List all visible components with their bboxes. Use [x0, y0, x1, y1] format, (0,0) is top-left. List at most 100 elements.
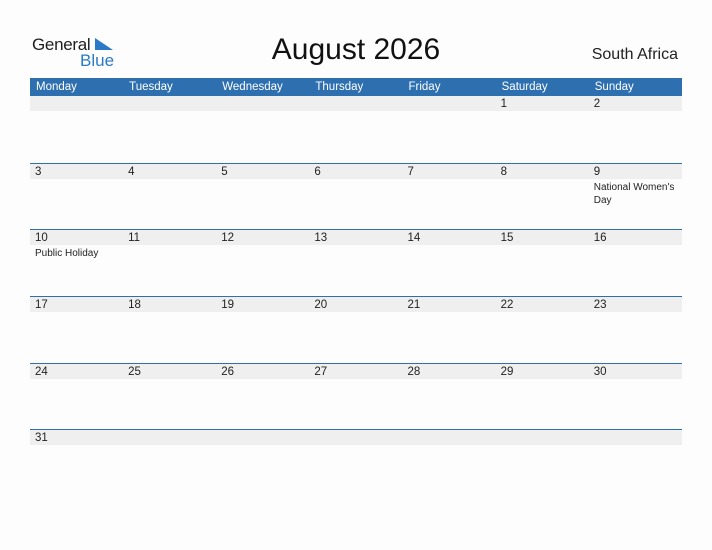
day-cell: 29 — [495, 363, 589, 430]
day-cell: 7 — [402, 163, 496, 230]
day-cell — [309, 96, 403, 163]
day-number: 4 — [123, 163, 217, 179]
day-number — [30, 96, 124, 111]
day-number: 21 — [402, 297, 496, 313]
day-cell: 6 — [309, 163, 403, 230]
weekday-header: Monday Tuesday Wednesday Thursday Friday Satu… — [30, 78, 682, 96]
day-number: 8 — [495, 163, 589, 179]
day-cell: 28 — [402, 363, 496, 430]
week-row: 10 Public Holiday 11 12 13 14 15 16 — [30, 229, 682, 296]
day-number: 10 — [30, 230, 124, 246]
week-row: 31 — [30, 429, 682, 496]
weekday-wednesday: Wednesday — [222, 81, 283, 93]
day-cell — [30, 96, 124, 163]
holiday-label: Public Holiday — [35, 248, 99, 260]
day-number: 2 — [588, 96, 682, 111]
day-number: 1 — [495, 96, 589, 111]
day-cell: 2 — [588, 96, 682, 163]
week-row: 24 25 26 27 28 29 30 — [30, 362, 682, 430]
day-cell — [309, 430, 403, 496]
week-row: 12 — [30, 96, 682, 163]
day-cell: 16 — [588, 230, 682, 296]
day-number: 27 — [309, 363, 403, 379]
day-number — [123, 430, 217, 446]
day-cell: 23 — [588, 297, 682, 363]
day-cell — [588, 430, 682, 496]
day-cell: 9 National Women's Day — [588, 163, 682, 230]
day-number: 19 — [216, 297, 310, 313]
day-cell: 21 — [402, 297, 496, 363]
weekday-saturday: Saturday — [501, 81, 548, 93]
weekday-monday: Monday — [36, 81, 77, 93]
day-number: 22 — [495, 297, 589, 313]
day-cell: 13 — [309, 230, 403, 296]
day-number: 29 — [495, 363, 589, 379]
day-number: 20 — [309, 297, 403, 313]
day-cell — [495, 430, 589, 496]
day-number — [309, 430, 403, 446]
day-cell: 5 — [216, 163, 310, 230]
weeks-container: 1 2 3 4 5 6 7 8 9 National Women's Day 10 Public Ho… — [30, 96, 682, 496]
week-row: 17 18 19 20 21 22 23 — [30, 296, 682, 363]
day-cell — [402, 96, 496, 163]
day-cell: 11 — [123, 230, 217, 296]
day-cell — [216, 430, 310, 496]
day-cell — [123, 430, 217, 496]
day-number: 5 — [216, 163, 310, 179]
day-cell: 30 — [588, 363, 682, 430]
day-number: 28 — [402, 363, 496, 379]
day-number — [123, 96, 217, 111]
day-cell: 3 — [30, 163, 124, 230]
day-cell: 8 — [495, 163, 589, 230]
day-cell: 15 — [495, 230, 589, 296]
day-number: 25 — [123, 363, 217, 379]
day-number — [309, 96, 403, 111]
day-number: 15 — [495, 230, 589, 246]
day-cell: 14 — [402, 230, 496, 296]
day-cell: 25 — [123, 363, 217, 430]
day-cell: 12 — [216, 230, 310, 296]
day-cell: 20 — [309, 297, 403, 363]
day-cell: 24 — [30, 363, 124, 430]
weekday-tuesday: Tuesday — [129, 81, 173, 93]
day-cell — [402, 430, 496, 496]
day-number — [588, 430, 682, 446]
day-number — [495, 430, 589, 446]
day-number — [216, 96, 310, 111]
day-number: 12 — [216, 230, 310, 246]
weekday-friday: Friday — [408, 81, 441, 93]
weekday-thursday: Thursday — [315, 81, 364, 93]
day-cell: 26 — [216, 363, 310, 430]
weekday-sunday: Sunday — [594, 81, 634, 93]
day-number: 3 — [30, 163, 124, 179]
calendar-grid: Monday Tuesday Wednesday Thursday Friday Satu… — [30, 78, 682, 496]
day-number: 26 — [216, 363, 310, 379]
holiday-label: National Women's Day — [593, 181, 675, 206]
day-number — [402, 96, 496, 111]
day-number — [402, 430, 496, 446]
day-number: 9 — [588, 163, 682, 179]
day-number: 16 — [588, 230, 682, 246]
day-cell: 27 — [309, 363, 403, 430]
day-cell: 19 — [216, 297, 310, 363]
day-number: 31 — [30, 430, 124, 446]
day-number: 13 — [309, 230, 403, 246]
day-cell: 18 — [123, 297, 217, 363]
day-number: 7 — [402, 163, 496, 179]
day-cell — [123, 96, 217, 163]
day-cell: 22 — [495, 297, 589, 363]
day-number: 6 — [309, 163, 403, 179]
week-row: 3 4 5 6 7 8 9 National Women's Day — [30, 162, 682, 230]
country-label: South Africa — [591, 46, 678, 63]
day-cell: 10 Public Holiday — [30, 230, 124, 296]
day-number: 24 — [30, 363, 124, 379]
day-number — [216, 430, 310, 446]
day-number: 30 — [588, 363, 682, 379]
day-cell — [216, 96, 310, 163]
day-number: 11 — [123, 230, 217, 246]
day-number: 18 — [123, 297, 217, 313]
day-number: 17 — [30, 297, 124, 313]
day-cell: 31 — [30, 430, 124, 496]
day-number: 14 — [402, 230, 496, 246]
day-cell: 4 — [123, 163, 217, 230]
